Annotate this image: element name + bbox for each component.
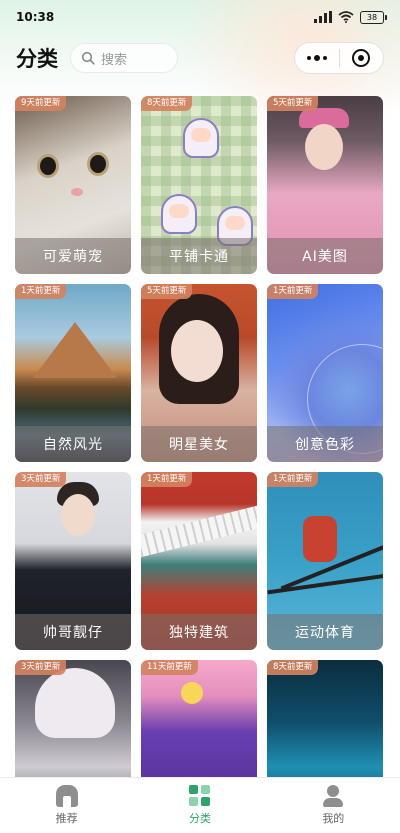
search-placeholder: 搜索 [101, 52, 128, 68]
update-badge: 1天前更新 [15, 284, 67, 299]
mini-program-capsule [294, 42, 384, 74]
category-label: 帅哥靓仔 [15, 614, 131, 650]
category-label: 可爱萌宠 [15, 238, 131, 274]
category-grid: 9天前更新 可爱萌宠 8天前更新 平铺卡通 5天前更新 AI美图 1天前更新 自… [15, 96, 385, 833]
page-title: 分类 [16, 47, 58, 71]
tab-recommend[interactable]: 推荐 [22, 785, 112, 826]
category-card-cute-pets[interactable]: 9天前更新 可爱萌宠 [15, 96, 131, 274]
category-label: 自然风光 [15, 426, 131, 462]
update-badge: 9天前更新 [15, 96, 67, 111]
category-label: 独特建筑 [141, 614, 257, 650]
signal-icon [314, 11, 332, 23]
status-bar: 10:38 38 [0, 0, 400, 34]
category-card-sports[interactable]: 1天前更新 运动体育 [267, 472, 383, 650]
category-card-ai[interactable]: 5天前更新 AI美图 [267, 96, 383, 274]
update-badge: 8天前更新 [267, 660, 319, 675]
category-card-architecture[interactable]: 1天前更新 独特建筑 [141, 472, 257, 650]
wifi-icon [338, 11, 354, 23]
category-label: 创意色彩 [267, 426, 383, 462]
update-badge: 1天前更新 [141, 472, 193, 487]
category-card-creative[interactable]: 1天前更新 创意色彩 [267, 284, 383, 462]
user-icon [322, 785, 344, 807]
update-badge: 5天前更新 [141, 284, 193, 299]
update-badge: 5天前更新 [267, 96, 319, 111]
search-icon [81, 51, 95, 65]
app-root: 10:38 38 分类 搜索 9天前更新 可爱萌宠 8天前更新 平铺卡通 5天前… [0, 0, 400, 833]
update-badge: 3天前更新 [15, 660, 67, 675]
update-badge: 1天前更新 [267, 284, 319, 299]
update-badge: 3天前更新 [15, 472, 67, 487]
category-card-cartoon[interactable]: 8天前更新 平铺卡通 [141, 96, 257, 274]
more-dots-icon [306, 55, 327, 61]
tab-category[interactable]: 分类 [155, 785, 245, 826]
bottom-tab-bar: 推荐 分类 我的 [0, 777, 400, 833]
tab-label: 推荐 [55, 812, 78, 825]
update-badge: 1天前更新 [267, 472, 319, 487]
status-icons: 38 [314, 10, 387, 24]
status-time: 10:38 [16, 10, 55, 24]
home-icon [55, 785, 78, 807]
tab-mine[interactable]: 我的 [288, 785, 378, 826]
category-label: 明星美女 [141, 426, 257, 462]
update-badge: 8天前更新 [141, 96, 193, 111]
update-badge: 11天前更新 [141, 660, 198, 675]
tab-label: 分类 [188, 812, 211, 825]
category-label: AI美图 [267, 238, 383, 274]
battery-icon: 38 [360, 10, 387, 24]
category-card-handsome[interactable]: 3天前更新 帅哥靓仔 [15, 472, 131, 650]
category-label: 运动体育 [267, 614, 383, 650]
tab-label: 我的 [322, 812, 345, 825]
category-card-stars[interactable]: 5天前更新 明星美女 [141, 284, 257, 462]
close-miniprogram-button[interactable] [340, 43, 384, 73]
category-card-nature[interactable]: 1天前更新 自然风光 [15, 284, 131, 462]
header: 分类 搜索 [0, 38, 400, 78]
target-close-icon [352, 49, 371, 67]
search-box[interactable]: 搜索 [70, 43, 178, 73]
more-button[interactable] [295, 43, 339, 73]
grid-icon [188, 785, 211, 807]
category-label: 平铺卡通 [141, 238, 257, 274]
